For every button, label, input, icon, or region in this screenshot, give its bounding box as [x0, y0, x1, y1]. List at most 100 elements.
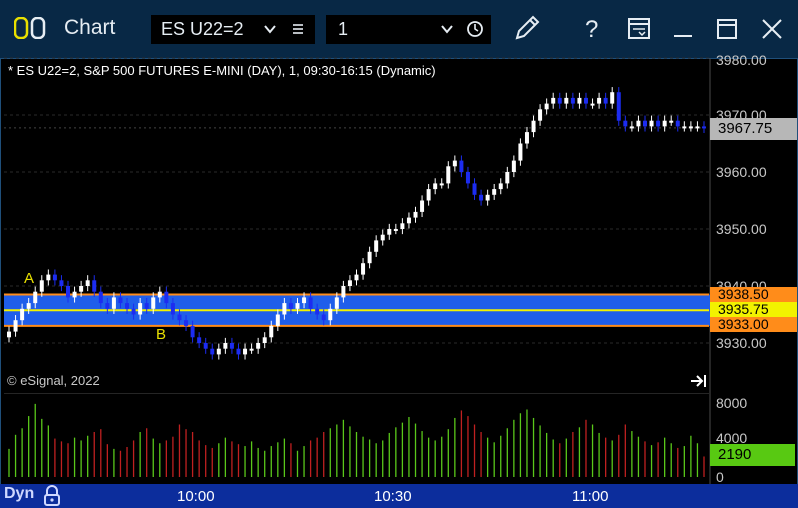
candle-body[interactable]: [623, 120, 628, 127]
lock-icon[interactable]: [42, 485, 62, 507]
candle-body[interactable]: [111, 297, 116, 309]
candle-body[interactable]: [420, 200, 425, 212]
candle-body[interactable]: [505, 172, 510, 184]
candle-body[interactable]: [321, 314, 326, 321]
candle-body[interactable]: [590, 103, 595, 106]
candle-body[interactable]: [197, 337, 202, 343]
candle-body[interactable]: [328, 308, 333, 321]
candle-body[interactable]: [642, 120, 647, 127]
candle-body[interactable]: [249, 348, 254, 351]
candle-body[interactable]: [354, 274, 359, 281]
candle-body[interactable]: [125, 303, 130, 309]
candle-body[interactable]: [184, 320, 189, 326]
candle-body[interactable]: [511, 160, 516, 172]
candle-body[interactable]: [400, 223, 405, 229]
candle-body[interactable]: [695, 126, 700, 129]
candle-body[interactable]: [361, 263, 366, 275]
candle-body[interactable]: [203, 343, 208, 349]
candle-body[interactable]: [282, 303, 287, 315]
candle-body[interactable]: [105, 303, 110, 309]
candle-body[interactable]: [46, 274, 51, 281]
candle-body[interactable]: [229, 343, 234, 349]
candle-body[interactable]: [669, 120, 674, 123]
candle-body[interactable]: [92, 280, 97, 292]
candle-body[interactable]: [459, 160, 464, 172]
candle-body[interactable]: [216, 348, 221, 355]
dynamic-mode-label[interactable]: Dyn: [4, 485, 34, 503]
candle-body[interactable]: [393, 229, 398, 231]
candle-body[interactable]: [557, 97, 562, 104]
candle-body[interactable]: [374, 240, 379, 252]
candle-body[interactable]: [498, 183, 503, 190]
candle-body[interactable]: [20, 308, 25, 321]
candle-body[interactable]: [269, 325, 274, 338]
candle-body[interactable]: [485, 194, 490, 201]
candle-body[interactable]: [649, 120, 654, 127]
candle-body[interactable]: [446, 166, 451, 184]
candle-body[interactable]: [439, 183, 444, 186]
candle-body[interactable]: [616, 92, 621, 121]
candle-body[interactable]: [564, 97, 569, 104]
price-plot[interactable]: [0, 0, 798, 395]
candle-body[interactable]: [636, 120, 641, 127]
candle-body[interactable]: [262, 337, 267, 343]
candle-body[interactable]: [164, 291, 169, 304]
candle-body[interactable]: [367, 251, 372, 264]
candle-body[interactable]: [452, 160, 457, 167]
candle-body[interactable]: [59, 280, 64, 286]
candle-body[interactable]: [682, 126, 687, 129]
volume-plot[interactable]: [0, 393, 798, 484]
candle-body[interactable]: [302, 297, 307, 304]
candle-body[interactable]: [138, 303, 143, 315]
candle-body[interactable]: [26, 303, 31, 309]
candle-body[interactable]: [288, 303, 293, 309]
candle-body[interactable]: [426, 189, 431, 201]
candle-body[interactable]: [52, 274, 57, 281]
candle-body[interactable]: [79, 286, 84, 292]
candle-body[interactable]: [275, 314, 280, 326]
candle-body[interactable]: [577, 97, 582, 104]
candle-body[interactable]: [479, 194, 484, 201]
candle-body[interactable]: [629, 126, 634, 129]
candle-body[interactable]: [465, 172, 470, 184]
candle-body[interactable]: [387, 229, 392, 235]
candle-body[interactable]: [315, 308, 320, 315]
candle-body[interactable]: [39, 280, 44, 292]
candle-body[interactable]: [610, 92, 615, 104]
candle-body[interactable]: [702, 126, 706, 129]
scroll-to-end-icon[interactable]: [690, 373, 708, 389]
candle-body[interactable]: [177, 314, 182, 321]
candle-body[interactable]: [538, 109, 543, 121]
candle-body[interactable]: [380, 234, 385, 241]
candle-body[interactable]: [583, 97, 588, 104]
candle-body[interactable]: [406, 217, 411, 224]
candle-body[interactable]: [33, 291, 38, 304]
candle-body[interactable]: [341, 286, 346, 298]
candle-body[interactable]: [157, 291, 162, 298]
candle-body[interactable]: [570, 97, 575, 104]
candle-body[interactable]: [131, 308, 136, 315]
candle-body[interactable]: [85, 280, 90, 286]
candle-body[interactable]: [13, 320, 18, 332]
candle-body[interactable]: [524, 132, 529, 144]
candle-body[interactable]: [144, 303, 149, 309]
candle-body[interactable]: [603, 97, 608, 104]
candle-body[interactable]: [551, 97, 556, 104]
candle-body[interactable]: [210, 348, 215, 355]
candle-body[interactable]: [66, 286, 71, 298]
candle-body[interactable]: [675, 120, 680, 127]
candle-body[interactable]: [492, 189, 497, 195]
candle-body[interactable]: [308, 297, 313, 309]
candle-body[interactable]: [531, 120, 536, 133]
candle-body[interactable]: [98, 291, 103, 304]
candle-body[interactable]: [413, 211, 418, 218]
candle-body[interactable]: [223, 343, 228, 349]
candle-body[interactable]: [433, 183, 438, 190]
candle-body[interactable]: [662, 120, 667, 127]
candle-body[interactable]: [347, 280, 352, 286]
candle-body[interactable]: [243, 348, 248, 355]
candle-body[interactable]: [72, 291, 77, 298]
candle-body[interactable]: [151, 297, 156, 309]
candle-body[interactable]: [170, 303, 175, 315]
candle-body[interactable]: [118, 297, 123, 304]
